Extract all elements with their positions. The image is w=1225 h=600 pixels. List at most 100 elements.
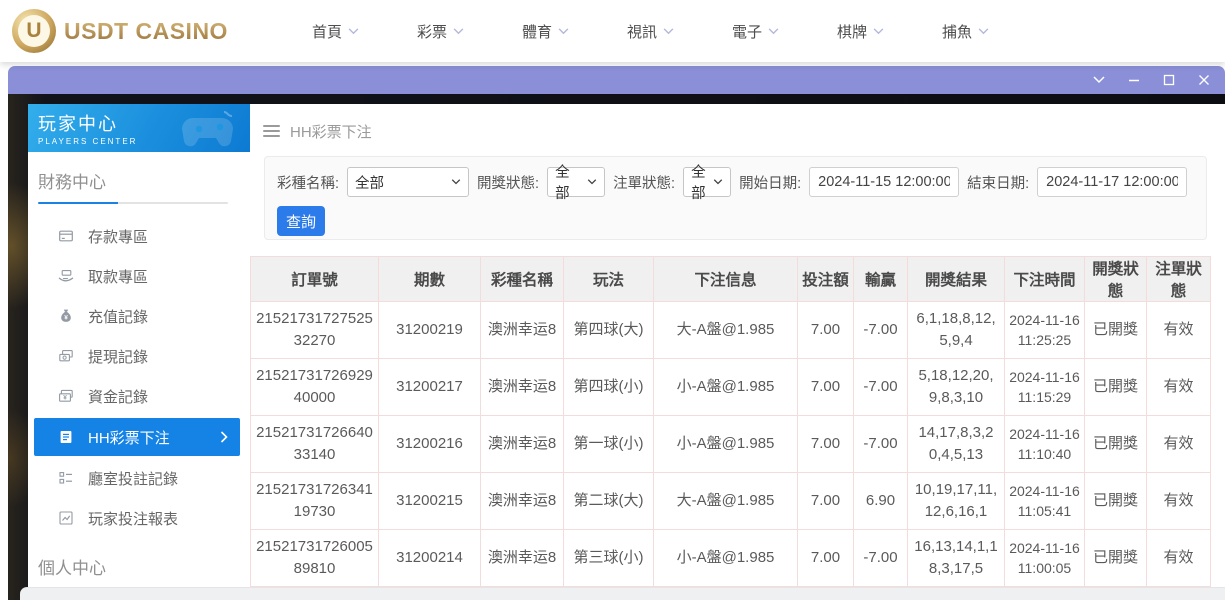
table-cell: -7.00: [854, 416, 908, 473]
filter-select-1[interactable]: 全部: [347, 167, 469, 197]
col-header: 訂單號: [251, 257, 379, 302]
table-cell: 第二球(大): [564, 473, 654, 530]
filter-date-input-4[interactable]: [809, 167, 959, 197]
chevron-down-icon[interactable]: [1093, 76, 1105, 84]
select-value: 全部: [555, 161, 583, 203]
filter-date-input-5[interactable]: [1037, 167, 1187, 197]
select-value: 全部: [691, 161, 709, 203]
table-cell: -7.00: [854, 359, 908, 416]
filter-select-3[interactable]: 全部: [683, 167, 731, 197]
chevron-down-icon: [663, 28, 674, 35]
col-header: 投注額: [798, 257, 854, 302]
table-cell: 已開獎: [1085, 530, 1147, 587]
table-cell: 31200217: [379, 359, 481, 416]
sidebar-item-0-2[interactable]: ¥ 充值記錄: [28, 296, 250, 336]
table-cell: 有效: [1147, 302, 1211, 359]
sidebar-item-0-6[interactable]: 廳室投註記錄: [28, 458, 250, 498]
table-cell: 16,13,14,1,18,3,17,5: [908, 530, 1005, 587]
table-row: 215217317260058981031200214澳洲幸运8第三球(小)小-…: [251, 530, 1211, 587]
sidebar-item-0-5[interactable]: HH彩票下注: [34, 418, 240, 456]
search-button[interactable]: 查詢: [277, 206, 325, 236]
nav-item-1[interactable]: 首頁: [312, 21, 359, 42]
nav-item-label: 體育: [522, 21, 552, 42]
table-cell: 7.00: [798, 530, 854, 587]
table-cell: 31200214: [379, 530, 481, 587]
filter-label: 彩種名稱:: [277, 172, 339, 193]
nav-item-7[interactable]: 捕魚: [942, 21, 989, 42]
col-header: 玩法: [564, 257, 654, 302]
table-cell: 第三球(小): [564, 530, 654, 587]
nav-item-label: 棋牌: [837, 21, 867, 42]
nav-item-label: 視訊: [627, 21, 657, 42]
sidebar-item-label: HH彩票下注: [88, 427, 170, 448]
table-cell: 2024-11-16 11:10:40: [1005, 416, 1085, 473]
col-header: 注單狀態: [1147, 257, 1211, 302]
table-cell: 已開獎: [1085, 359, 1147, 416]
table-cell: -7.00: [854, 530, 908, 587]
sidebar-item-0-0[interactable]: 存款專區: [28, 216, 250, 256]
table-cell: 7.00: [798, 416, 854, 473]
nav-item-5[interactable]: 電子: [732, 21, 779, 42]
horizontal-scrollbar[interactable]: [20, 587, 1225, 600]
table-cell: 有效: [1147, 416, 1211, 473]
sidebar-item-label: 廳室投註記錄: [88, 468, 178, 489]
lottery-bet-icon: [58, 429, 74, 445]
col-header: 下注信息: [654, 257, 798, 302]
sidebar-item-0-7[interactable]: 玩家投注報表: [28, 498, 250, 538]
table-row: 215217317263411973031200215澳洲幸运8第二球(大)大-…: [251, 473, 1211, 530]
table-cell: 已開獎: [1085, 416, 1147, 473]
section-title: 財務中心: [38, 168, 250, 193]
minimize-icon[interactable]: [1128, 74, 1140, 86]
main-nav: 首頁 彩票 體育 視訊 電子 棋牌 捕魚: [312, 21, 989, 42]
app-window: 玩家中心 PLAYERS CENTER 財務中心存款專區取款專區¥充值記錄提現記…: [8, 66, 1225, 600]
table-cell: 6,1,18,8,12,5,9,4: [908, 302, 1005, 359]
table-cell: 2024-11-16 11:05:41: [1005, 473, 1085, 530]
filter-label: 開獎狀態:: [477, 172, 539, 193]
gamepad-icon: [178, 108, 240, 152]
table-cell: 有效: [1147, 359, 1211, 416]
table-cell: 第四球(小): [564, 359, 654, 416]
section-title: 個人中心: [38, 554, 250, 579]
chevron-down-icon: [873, 28, 884, 35]
close-icon[interactable]: [1198, 74, 1210, 86]
nav-item-4[interactable]: 視訊: [627, 21, 674, 42]
table-cell: 大-A盤@1.985: [654, 473, 798, 530]
table-row: 215217317275253227031200219澳洲幸运8第四球(大)大-…: [251, 302, 1211, 359]
svg-text:¥: ¥: [64, 314, 68, 321]
table-cell: 第一球(小): [564, 416, 654, 473]
filter-label: 結束日期:: [967, 172, 1029, 193]
table-cell: 31200216: [379, 416, 481, 473]
sidebar-item-0-3[interactable]: 提現記錄: [28, 336, 250, 376]
nav-item-label: 首頁: [312, 21, 342, 42]
select-caret-icon: [451, 179, 461, 185]
table-row: 215217317266403314031200216澳洲幸运8第一球(小)小-…: [251, 416, 1211, 473]
funds-record-icon: ¥: [58, 388, 74, 404]
nav-item-2[interactable]: 彩票: [417, 21, 464, 42]
chevron-down-icon: [768, 28, 779, 35]
room-bet-record-icon: [58, 470, 74, 486]
sidebar-item-label: 存款專區: [88, 226, 148, 247]
sidebar-item-label: 充值記錄: [88, 306, 148, 327]
sidebar: 玩家中心 PLAYERS CENTER 財務中心存款專區取款專區¥充值記錄提現記…: [28, 104, 250, 600]
table-cell: 2152173172692940000: [251, 359, 379, 416]
sidebar-item-0-4[interactable]: ¥資金記錄: [28, 376, 250, 416]
table-cell: 2152173172600589810: [251, 530, 379, 587]
menu-toggle-icon[interactable]: [263, 125, 280, 137]
sidebar-item-label: 取款專區: [88, 266, 148, 287]
nav-item-3[interactable]: 體育: [522, 21, 569, 42]
page-title: HH彩票下注: [290, 121, 372, 142]
table-cell: 2152173172664033140: [251, 416, 379, 473]
sidebar-item-0-1[interactable]: 取款專區: [28, 256, 250, 296]
nav-item-6[interactable]: 棋牌: [837, 21, 884, 42]
chevron-down-icon: [558, 28, 569, 35]
content-header: HH彩票下注: [250, 108, 1225, 154]
sidebar-item-label: 玩家投注報表: [88, 508, 178, 529]
maximize-icon[interactable]: [1163, 74, 1175, 86]
filter-label: 開始日期:: [739, 172, 801, 193]
table-cell: 14,17,8,3,20,4,5,13: [908, 416, 1005, 473]
filter-select-2[interactable]: 全部: [547, 167, 605, 197]
table-cell: 7.00: [798, 302, 854, 359]
table-cell: 第四球(大): [564, 302, 654, 359]
table-cell: 有效: [1147, 530, 1211, 587]
table-cell: 小-A盤@1.985: [654, 359, 798, 416]
